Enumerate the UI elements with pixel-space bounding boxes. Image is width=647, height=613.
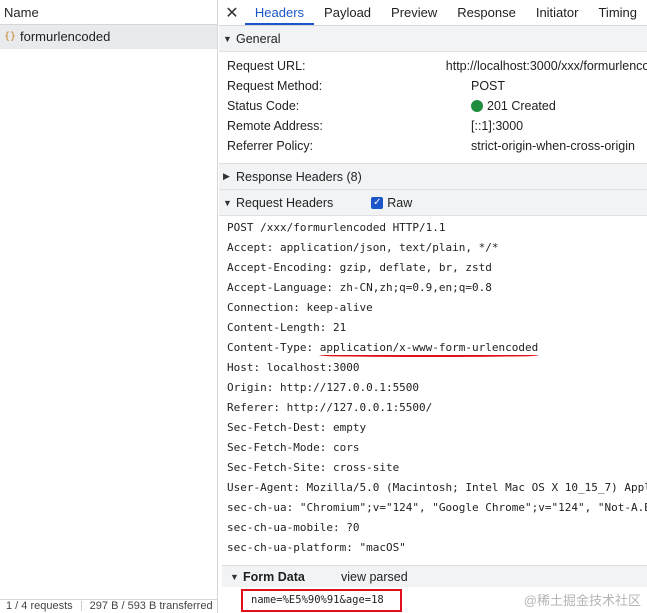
general-row: Request URL: http://localhost:3000/xxx/f…: [219, 56, 647, 76]
general-section: Request URL: http://localhost:3000/xxx/f…: [219, 52, 647, 156]
general-row: Status Code: 201 Created: [219, 96, 647, 116]
raw-header-line: POST /xxx/formurlencoded HTTP/1.1: [227, 221, 446, 234]
status-code-value: 201 Created: [471, 99, 556, 113]
response-headers-title: Response Headers (8): [236, 169, 362, 184]
raw-header-line: Content-Length: 21: [227, 321, 347, 334]
tab-payload[interactable]: Payload: [314, 0, 381, 25]
raw-header-line: Referer: http://127.0.0.1:5500/: [227, 401, 433, 414]
raw-header-line: Host: localhost:3000: [227, 361, 360, 374]
tab-preview[interactable]: Preview: [381, 0, 447, 25]
transferred-size: 297 B / 593 B transferred: [89, 600, 213, 612]
status-ok-icon: [471, 100, 483, 112]
raw-checkbox[interactable]: ✓: [371, 196, 384, 209]
watermark: @稀土掘金技术社区: [523, 593, 641, 608]
name-column-header[interactable]: Name: [0, 0, 217, 25]
triangle-right-icon: ▶: [223, 171, 230, 181]
form-data-value: name=%E5%90%91&age=18: [241, 589, 402, 612]
tab-response[interactable]: Response: [447, 0, 526, 25]
raw-header-line: User-Agent: Mozilla/5.0 (Macintosh; Inte…: [227, 481, 647, 494]
form-data-section: ▼ Form Data view parsed name=%E5%90%91&a…: [222, 565, 647, 613]
request-headers-section-header[interactable]: ▼ Request Headers ✓ Raw: [219, 190, 647, 216]
section-divider: [219, 156, 647, 164]
general-key: Remote Address:: [227, 119, 323, 133]
general-row: Request Method: POST: [219, 76, 647, 96]
status-divider: [80, 601, 82, 612]
response-headers-section-header[interactable]: ▶ Response Headers (8): [219, 164, 647, 190]
close-icon[interactable]: ✕: [219, 0, 245, 25]
triangle-down-icon: ▼: [223, 33, 232, 44]
general-row: Remote Address: [::1]:3000: [219, 116, 647, 136]
view-parsed-link[interactable]: view parsed: [341, 570, 408, 584]
general-key: Referrer Policy:: [227, 139, 314, 153]
raw-header-line: Sec-Fetch-Dest: empty: [227, 421, 367, 434]
highlight-underline: [319, 354, 539, 357]
general-key: Request URL:: [227, 59, 306, 73]
request-headers-title: Request Headers: [236, 195, 334, 210]
general-value: http://localhost:3000/xxx/formurlencoded: [445, 59, 647, 73]
status-bar: 1 / 4 requests 297 B / 593 B transferred: [0, 599, 218, 613]
form-data-title: Form Data: [243, 569, 305, 584]
raw-header-line: Connection: keep-alive: [227, 301, 373, 314]
general-row: Referrer Policy: strict-origin-when-cros…: [219, 136, 647, 156]
general-key: Status Code:: [227, 99, 300, 113]
general-value: [::1]:3000: [471, 119, 524, 133]
triangle-down-icon: ▼: [230, 571, 239, 582]
raw-header-line: sec-ch-ua-mobile: ?0: [227, 521, 360, 534]
raw-header-line: Origin: http://127.0.0.1:5500: [227, 381, 420, 394]
request-count: 1 / 4 requests: [6, 600, 73, 612]
general-value: POST: [471, 79, 506, 93]
status-code-text: 201 Created: [487, 99, 556, 113]
raw-header-line: Accept-Language: zh-CN,zh;q=0.9,en;q=0.8: [227, 281, 492, 294]
details-tab-bar: ✕ Headers Payload Preview Response Initi…: [219, 0, 647, 26]
request-item-label: formurlencoded: [20, 29, 111, 44]
xhr-fetch-icon: {}: [3, 31, 17, 42]
raw-header-line: Accept: application/json, text/plain, */…: [227, 241, 499, 254]
raw-checkbox-label[interactable]: Raw: [387, 196, 412, 210]
content-type-line: Content-Type: application/x-www-form-url…: [227, 338, 647, 358]
request-details-panel: ✕ Headers Payload Preview Response Initi…: [219, 0, 647, 613]
request-list-panel: Name {} formurlencoded 1 / 4 requests 297…: [0, 0, 218, 613]
tab-headers[interactable]: Headers: [244, 0, 315, 25]
raw-header-line: Sec-Fetch-Mode: cors: [227, 441, 360, 454]
tab-timing[interactable]: Timing: [588, 0, 647, 25]
general-section-title: General: [236, 31, 281, 46]
triangle-down-icon: ▼: [223, 197, 232, 208]
request-item[interactable]: {} formurlencoded: [0, 25, 217, 49]
form-data-header[interactable]: ▼ Form Data view parsed: [222, 566, 647, 587]
content-type-text: Content-Type: application/x-www-form-url…: [227, 341, 539, 354]
raw-header-line: sec-ch-ua-platform: "macOS": [227, 541, 406, 554]
general-key: Request Method:: [227, 79, 323, 93]
raw-request-headers: POST /xxx/formurlencoded HTTP/1.1 Accept…: [219, 216, 647, 558]
general-value: strict-origin-when-cross-origin: [471, 139, 635, 153]
raw-header-line: Accept-Encoding: gzip, deflate, br, zstd: [227, 261, 492, 274]
raw-header-line: sec-ch-ua: "Chromium";v="124", "Google C…: [227, 501, 647, 514]
general-section-header[interactable]: ▼ General: [219, 26, 647, 52]
tab-initiator[interactable]: Initiator: [526, 0, 589, 25]
raw-header-line: Sec-Fetch-Site: cross-site: [227, 461, 400, 474]
